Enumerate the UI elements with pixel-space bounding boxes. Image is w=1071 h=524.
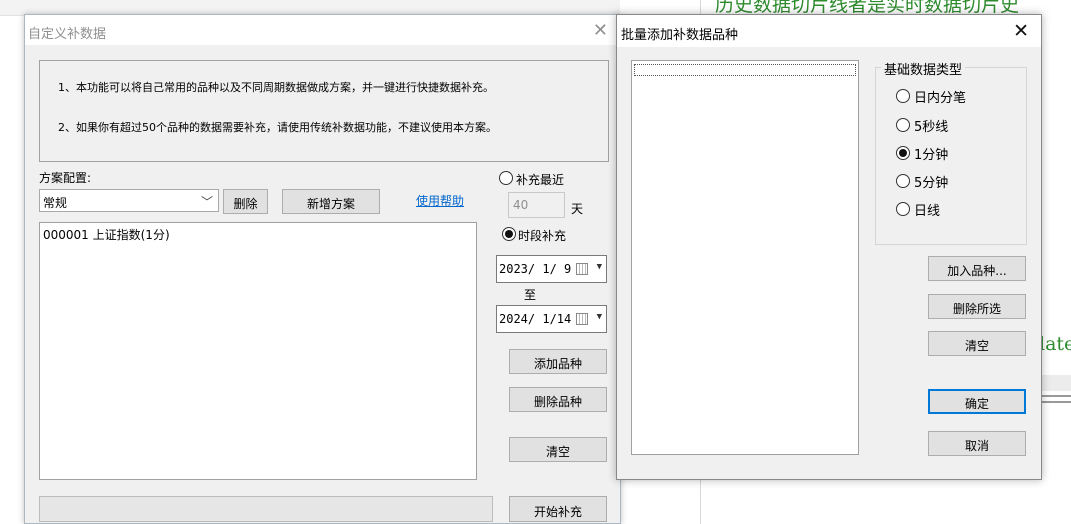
add-items-button[interactable]: 加入品种... xyxy=(928,256,1026,281)
clear-list-button[interactable]: 清空 xyxy=(509,437,607,462)
ok-button[interactable]: 确定 xyxy=(928,389,1026,414)
dropdown-arrow-icon: ▼ xyxy=(596,312,602,322)
item-list[interactable]: 000001 上证指数(1分) xyxy=(39,222,477,480)
clear-button[interactable]: 清空 xyxy=(928,331,1026,356)
option-radio-5s[interactable] xyxy=(896,118,910,132)
date-to-label: 至 xyxy=(524,288,537,302)
option-radio-5m[interactable] xyxy=(896,174,910,188)
scheme-select-value: 常规 xyxy=(43,196,68,210)
recent-radio[interactable] xyxy=(499,171,513,185)
close-icon[interactable]: ✕ xyxy=(593,20,608,41)
background-panel xyxy=(1040,375,1071,391)
date-from-value: 2023/ 1/ 9 xyxy=(499,262,572,276)
dialog-titlebar: 自定义补数据 ✕ xyxy=(25,15,620,45)
option-label: 1分钟 xyxy=(914,148,949,163)
info-panel: 1、本功能可以将自己常用的品种以及不同周期数据做成方案，并一键进行快捷数据补充。… xyxy=(39,60,609,162)
option-label: 5分钟 xyxy=(914,176,949,191)
data-type-group-title: 基础数据类型 xyxy=(881,59,966,78)
batch-item-list[interactable] xyxy=(631,60,859,455)
cancel-button[interactable]: 取消 xyxy=(928,431,1026,456)
option-label: 日线 xyxy=(914,204,941,219)
delete-scheme-button[interactable]: 删除 xyxy=(223,189,268,214)
dropdown-arrow-icon: ▼ xyxy=(596,262,602,272)
start-supplement-button[interactable]: 开始补充 xyxy=(509,496,607,522)
new-scheme-button[interactable]: 新增方案 xyxy=(282,189,380,214)
option-radio-day[interactable] xyxy=(896,202,910,216)
date-to-picker[interactable]: 2024/ 1/14 ▼ xyxy=(496,305,607,333)
days-unit-label: 天 xyxy=(571,202,584,216)
delete-selected-button[interactable]: 删除所选 xyxy=(928,294,1026,319)
add-item-button[interactable]: 添加品种 xyxy=(509,349,607,374)
background-divider xyxy=(1040,395,1071,403)
background-green-text-2: late xyxy=(1039,333,1071,355)
option-radio-1m[interactable] xyxy=(896,146,910,160)
recent-radio-label: 补充最近 xyxy=(516,173,565,187)
dialog-titlebar: 批量添加补数据品种 ✕ xyxy=(617,15,1041,47)
date-from-picker[interactable]: 2023/ 1/ 9 ▼ xyxy=(496,255,607,283)
date-to-value: 2024/ 1/14 xyxy=(499,312,572,326)
recent-days-input[interactable]: 40 xyxy=(508,192,565,218)
list-item[interactable]: 000001 上证指数(1分) xyxy=(43,226,170,243)
dialog-title: 自定义补数据 xyxy=(28,27,107,42)
option-label: 日内分笔 xyxy=(914,91,967,106)
calendar-icon xyxy=(576,313,588,325)
recent-days-value: 40 xyxy=(513,198,529,212)
info-line-1: 1、本功能可以将自己常用的品种以及不同周期数据做成方案，并一键进行快捷数据补充。 xyxy=(58,81,494,94)
period-radio[interactable] xyxy=(502,227,516,241)
custom-supplement-dialog: 自定义补数据 ✕ 1、本功能可以将自己常用的品种以及不同周期数据做成方案，并一键… xyxy=(24,14,621,524)
delete-item-button[interactable]: 删除品种 xyxy=(509,387,607,412)
option-radio-tick[interactable] xyxy=(896,89,910,103)
dialog-title: 批量添加补数据品种 xyxy=(621,28,739,43)
close-icon[interactable]: ✕ xyxy=(1013,20,1029,42)
calendar-icon xyxy=(576,263,588,275)
option-label: 5秒线 xyxy=(914,120,949,135)
batch-add-dialog: 批量添加补数据品种 ✕ 基础数据类型 日内分笔 5秒线 1分钟 5分钟 日线 加… xyxy=(616,14,1042,480)
help-link[interactable]: 使用帮助 xyxy=(416,192,464,209)
info-line-2: 2、如果你有超过50个品种的数据需要补充，请使用传统补数据功能，不建议使用本方案… xyxy=(58,121,497,134)
scheme-label: 方案配置: xyxy=(39,171,92,185)
scheme-select[interactable]: 常规 ﹀ xyxy=(39,189,219,212)
period-radio-label: 时段补充 xyxy=(518,229,567,243)
progress-bar xyxy=(39,496,493,522)
list-focus-rect xyxy=(634,64,856,76)
chevron-down-icon: ﹀ xyxy=(200,195,213,209)
